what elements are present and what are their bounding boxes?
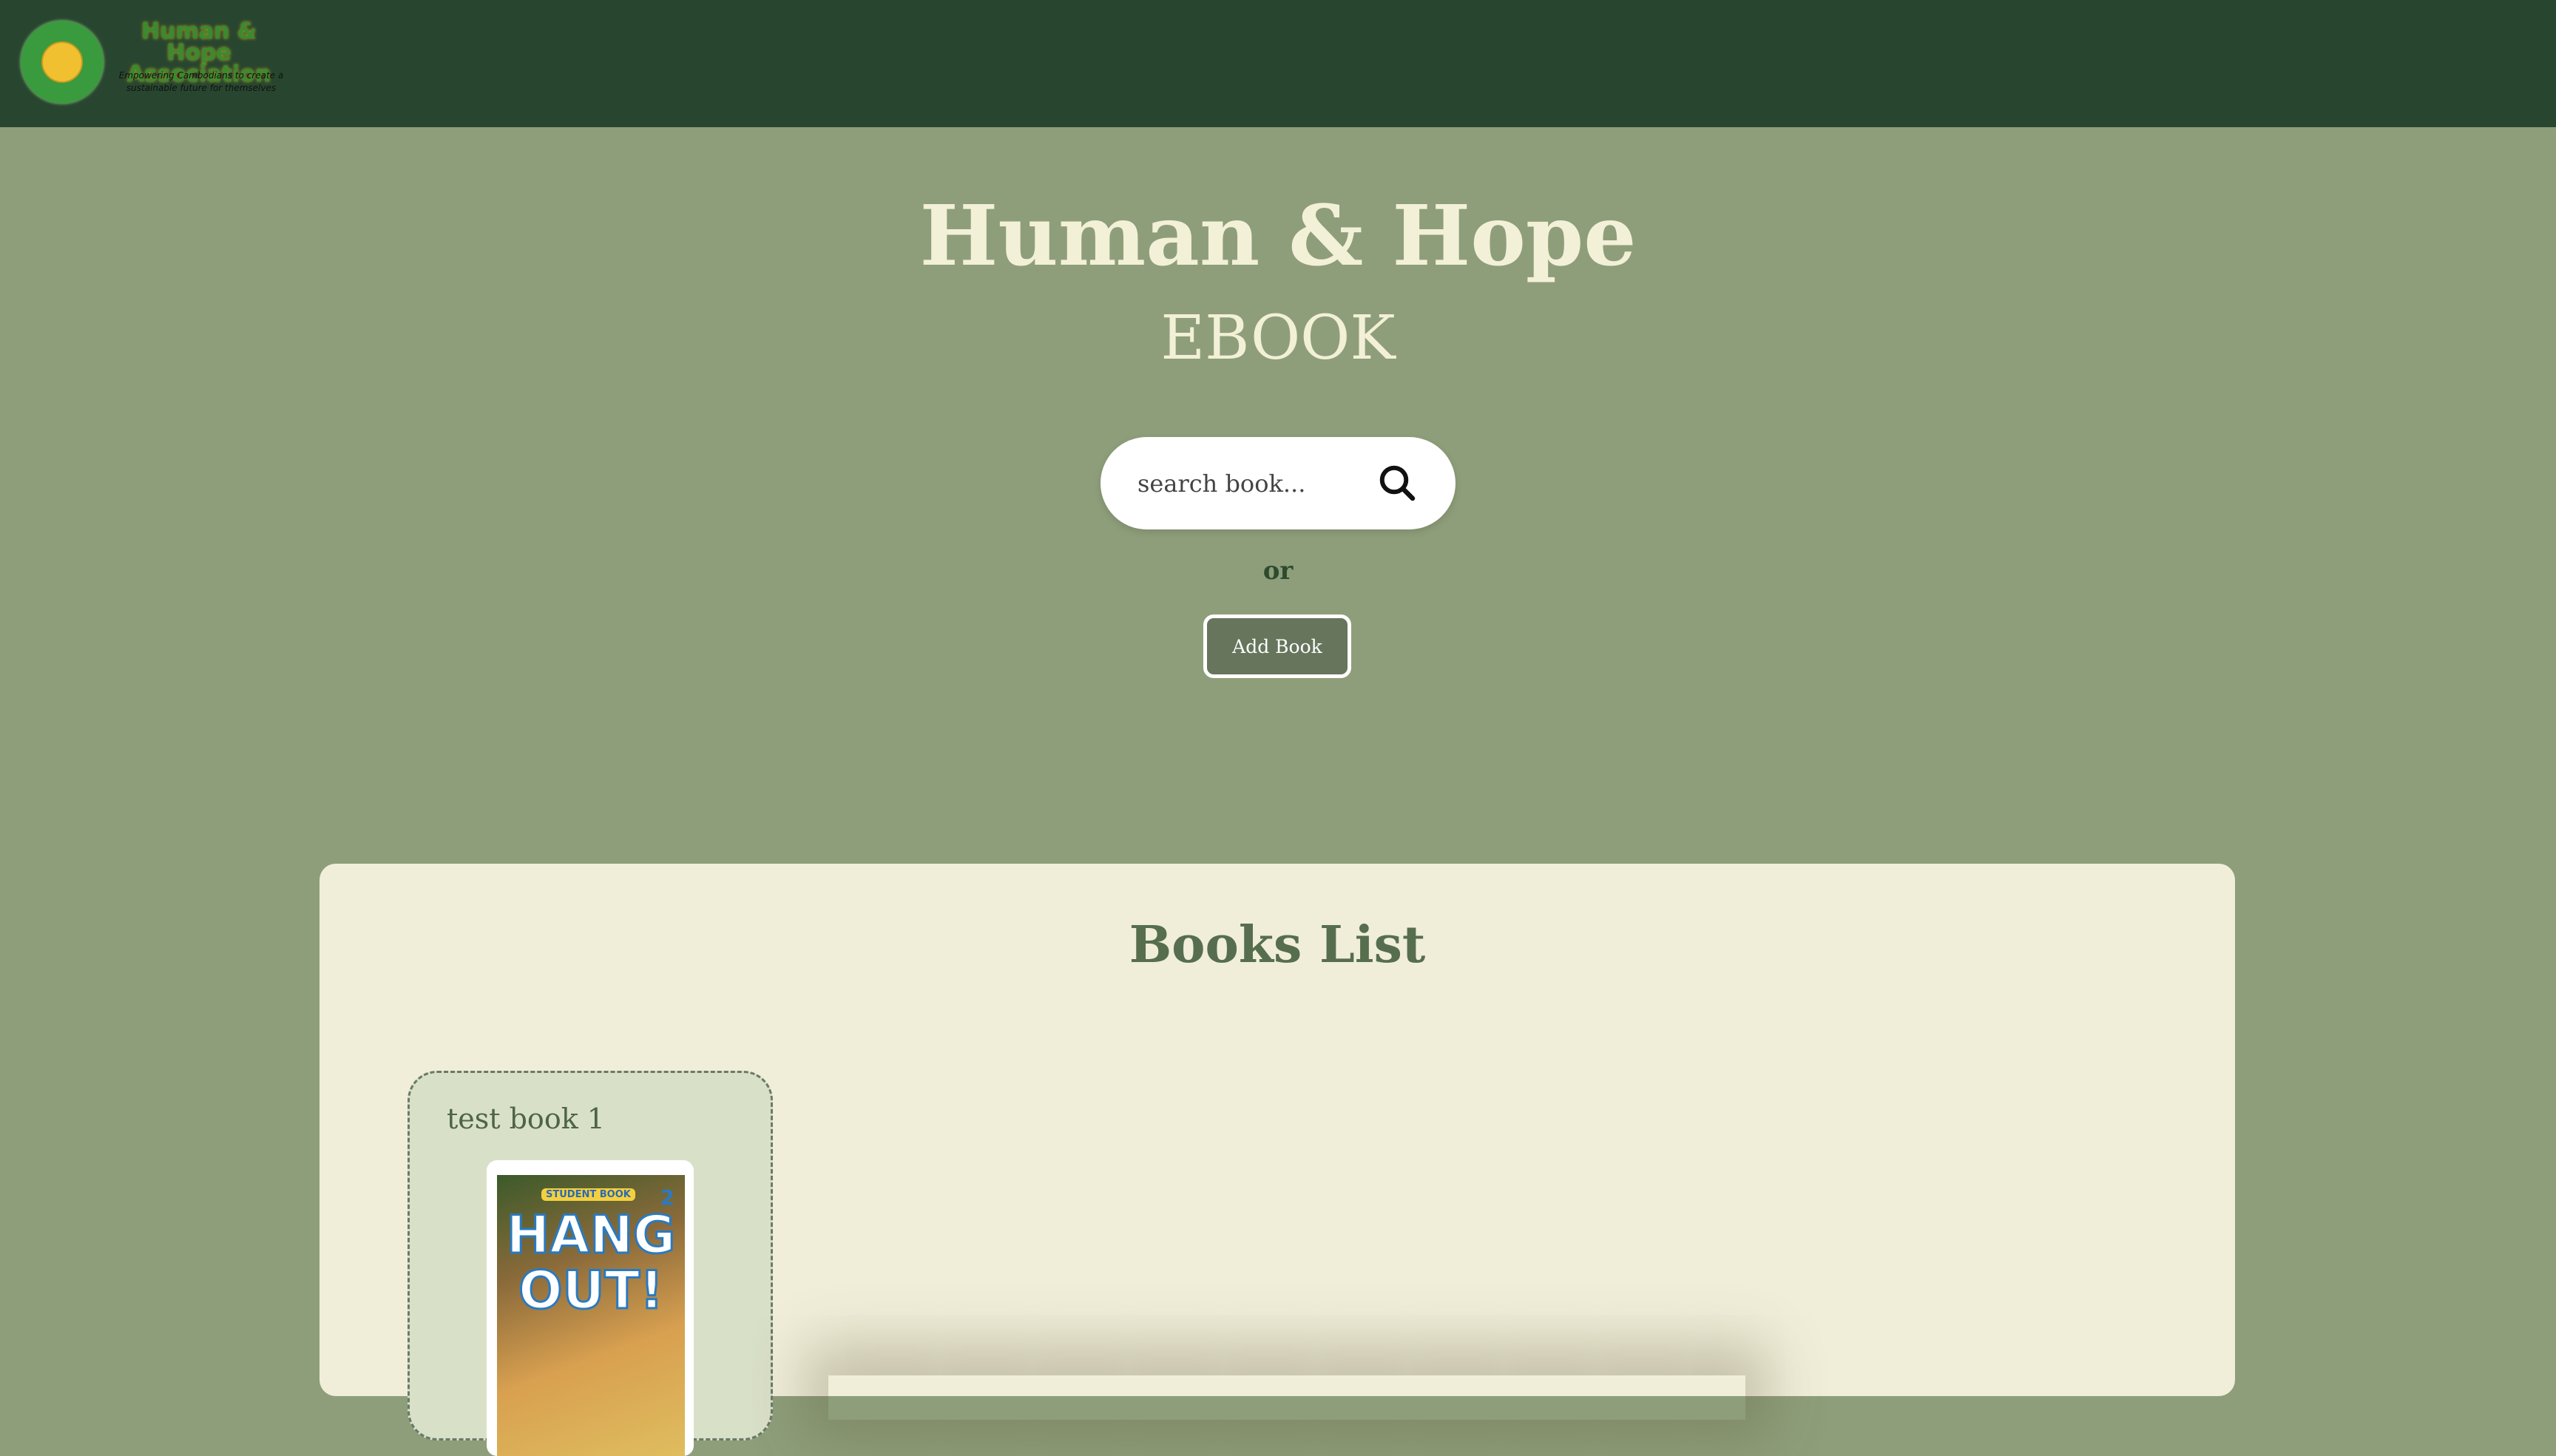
page-subtitle: EBOOK xyxy=(1160,303,1396,373)
book-cover-image: STUDENT BOOK 2 HANG OUT! xyxy=(497,1175,685,1456)
book-title: test book 1 xyxy=(447,1103,605,1135)
or-label: or xyxy=(1262,556,1294,586)
search-button[interactable] xyxy=(1376,461,1420,506)
cover-title-line1: HANG xyxy=(505,1204,677,1267)
books-list-title: Books List xyxy=(1129,915,1426,975)
book-cover[interactable]: STUDENT BOOK 2 HANG OUT! xyxy=(487,1160,694,1456)
top-header: Human & Hope Association Empowering Cambo… xyxy=(0,0,2556,127)
cover-title-line2: OUT! xyxy=(517,1259,664,1322)
book-card[interactable]: test book 1 STUDENT BOOK 2 HANG OUT! xyxy=(408,1071,773,1456)
page-title: Human & Hope xyxy=(919,188,1637,285)
cover-series-label: STUDENT BOOK xyxy=(541,1188,635,1201)
logo[interactable]: Human & Hope Association Empowering Cambo… xyxy=(19,16,293,104)
search-icon xyxy=(1379,465,1416,501)
logo-emblem-center xyxy=(41,41,83,83)
logo-emblem xyxy=(21,21,104,104)
overlay-shadow xyxy=(828,1375,1745,1420)
books-list-panel: Books List test book 1 STUDENT BOOK 2 HA… xyxy=(320,864,2235,1456)
logo-tagline: Empowering Cambodians to create a sustain… xyxy=(118,70,284,93)
search-bar xyxy=(1100,437,1456,529)
search-input[interactable] xyxy=(1136,459,1361,508)
add-book-button[interactable]: Add Book xyxy=(1203,614,1351,678)
